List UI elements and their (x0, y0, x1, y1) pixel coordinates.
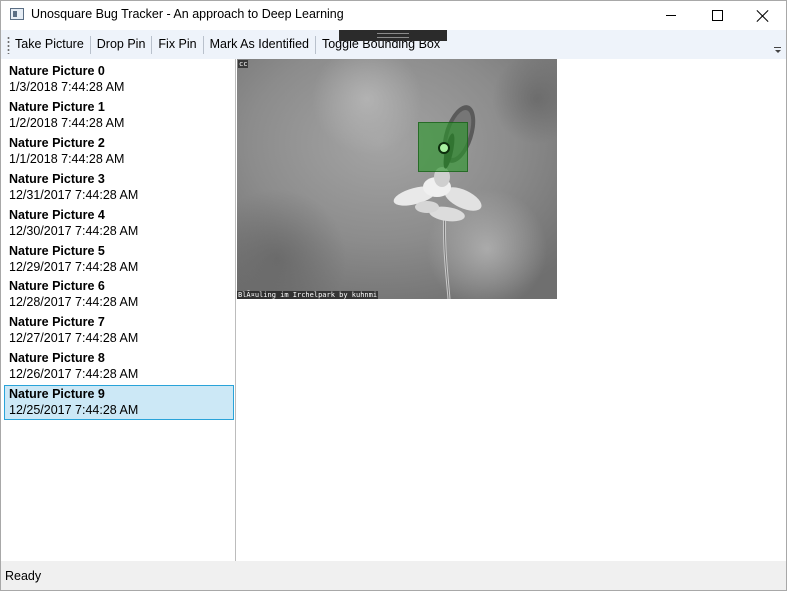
toolbar-separator (89, 35, 91, 54)
toolbar-separator (202, 35, 204, 54)
list-item-selected[interactable]: Nature Picture 9 12/25/2017 7:44:28 AM (4, 385, 234, 420)
window-title: Unosquare Bug Tracker - An approach to D… (31, 7, 344, 21)
picture-name: Nature Picture 8 (9, 351, 105, 365)
title-bar[interactable]: Unosquare Bug Tracker - An approach to D… (1, 1, 786, 30)
picture-date: 1/2/2018 7:44:28 AM (9, 116, 125, 130)
list-item[interactable]: Nature Picture 2 1/1/2018 7:44:28 AM (4, 134, 234, 169)
picture-name: Nature Picture 9 (9, 387, 105, 401)
picture-viewer[interactable]: cc BlÃ¤uling im Irchelpark by kuhnmi (237, 59, 557, 299)
license-label: cc (238, 60, 249, 68)
list-item[interactable]: Nature Picture 6 12/28/2017 7:44:28 AM (4, 277, 234, 312)
maximize-icon (711, 10, 723, 21)
picture-date: 12/28/2017 7:44:28 AM (9, 295, 139, 309)
drag-handle[interactable] (339, 30, 447, 41)
toolbar-separator (314, 35, 316, 54)
picture-date: 12/31/2017 7:44:28 AM (9, 188, 139, 202)
picture-date: 12/26/2017 7:44:28 AM (9, 367, 139, 381)
list-item[interactable]: Nature Picture 4 12/30/2017 7:44:28 AM (4, 206, 234, 241)
list-item[interactable]: Nature Picture 0 1/3/2018 7:44:28 AM (4, 62, 234, 97)
picture-name: Nature Picture 0 (9, 64, 105, 78)
toolbar-overflow-icon[interactable] (774, 47, 781, 55)
picture-date: 1/1/2018 7:44:28 AM (9, 152, 125, 166)
picture-name: Nature Picture 4 (9, 208, 105, 222)
take-picture-button[interactable]: Take Picture (12, 30, 87, 59)
picture-name: Nature Picture 5 (9, 244, 105, 258)
picture-date: 12/27/2017 7:44:28 AM (9, 331, 139, 345)
nature-photo (237, 59, 557, 299)
mark-as-identified-button[interactable]: Mark As Identified (207, 30, 312, 59)
minimize-button[interactable] (648, 1, 694, 30)
drop-pin-button[interactable]: Drop Pin (94, 30, 149, 59)
picture-name: Nature Picture 6 (9, 279, 105, 293)
main-window: Unosquare Bug Tracker - An approach to D… (0, 0, 787, 591)
picture-list[interactable]: Nature Picture 0 1/3/2018 7:44:28 AM Nat… (1, 59, 236, 561)
picture-date: 12/30/2017 7:44:28 AM (9, 224, 139, 238)
close-icon (757, 10, 769, 22)
close-button[interactable] (740, 1, 786, 30)
picture-name: Nature Picture 2 (9, 136, 105, 150)
fix-pin-button[interactable]: Fix Pin (155, 30, 199, 59)
maximize-button[interactable] (694, 1, 740, 30)
minimize-icon (666, 15, 676, 16)
picture-name: Nature Picture 1 (9, 100, 105, 114)
app-window-icon (10, 8, 24, 20)
list-item[interactable]: Nature Picture 5 12/29/2017 7:44:28 AM (4, 242, 234, 277)
toolbar-separator (151, 35, 153, 54)
list-item[interactable]: Nature Picture 1 1/2/2018 7:44:28 AM (4, 98, 234, 133)
photo-caption: BlÃ¤uling im Irchelpark by kuhnmi (237, 291, 379, 299)
picture-name: Nature Picture 7 (9, 315, 105, 329)
list-item[interactable]: Nature Picture 8 12/26/2017 7:44:28 AM (4, 349, 234, 384)
picture-date: 12/25/2017 7:44:28 AM (9, 403, 139, 417)
picture-date: 12/29/2017 7:44:28 AM (9, 260, 139, 274)
picture-name: Nature Picture 3 (9, 172, 105, 186)
picture-date: 1/3/2018 7:44:28 AM (9, 80, 125, 94)
status-text: Ready (5, 569, 42, 583)
list-item[interactable]: Nature Picture 3 12/31/2017 7:44:28 AM (4, 170, 234, 205)
toolbar-grip-icon[interactable] (7, 36, 10, 54)
pin-marker[interactable] (438, 142, 450, 154)
status-bar: Ready (1, 561, 786, 590)
list-item[interactable]: Nature Picture 7 12/27/2017 7:44:28 AM (4, 313, 234, 348)
